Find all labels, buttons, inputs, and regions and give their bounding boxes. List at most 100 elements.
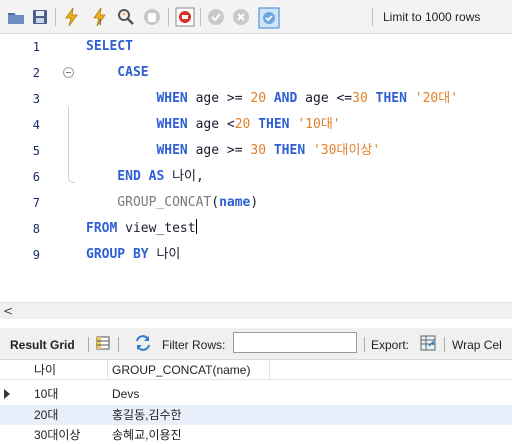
line-number: 1: [32, 40, 40, 54]
toolbar-divider: [444, 337, 445, 352]
svg-text:I: I: [99, 18, 101, 27]
code-text: GROUP BY 나이: [86, 242, 180, 268]
code-line[interactable]: 1 SELECT: [0, 34, 512, 60]
toolbar-divider: [88, 337, 89, 352]
code-token: age: [195, 91, 227, 106]
table-cell[interactable]: 10대: [30, 384, 108, 404]
code-text: WHEN age <20 THEN '10대': [86, 112, 341, 138]
export-icon[interactable]: [419, 334, 437, 355]
code-token: 나이,: [172, 169, 204, 184]
table-row[interactable]: 30대이상 송혜교,이용진: [0, 425, 512, 445]
save-icon[interactable]: [30, 7, 50, 27]
line-number: 4: [32, 118, 40, 132]
code-token: view_test: [125, 221, 196, 236]
autocommit-toggle-icon[interactable]: [258, 7, 280, 29]
scroll-left-icon[interactable]: <: [3, 303, 13, 320]
code-token: THEN: [266, 143, 313, 158]
line-number: 2: [32, 66, 40, 80]
code-line[interactable]: 5 WHEN age >= 30 THEN '30대이상': [0, 138, 512, 164]
code-token: '20대': [414, 91, 459, 106]
code-token: >=: [226, 91, 251, 106]
open-folder-icon[interactable]: [6, 7, 26, 27]
code-token: WHEN: [86, 117, 196, 132]
rollback-x-icon[interactable]: [231, 7, 251, 27]
table-cell[interactable]: 송혜교,이용진: [108, 425, 270, 445]
code-text: END AS 나이,: [86, 164, 204, 190]
code-token: ): [250, 195, 259, 210]
code-line[interactable]: 8 FROM view_test: [0, 216, 512, 242]
wrap-cell-label[interactable]: Wrap Cel: [452, 338, 502, 352]
code-token: GROUP BY: [86, 247, 157, 262]
explain-magnifier-icon[interactable]: [116, 7, 136, 27]
code-line[interactable]: 7 GROUP_CONCAT(name): [0, 190, 512, 216]
code-token: '10대': [297, 117, 341, 132]
commit-check-icon[interactable]: [206, 7, 226, 27]
line-number: 3: [32, 92, 40, 106]
code-line[interactable]: 4 WHEN age <20 THEN '10대': [0, 112, 512, 138]
table-cell[interactable]: Devs: [108, 384, 270, 404]
code-token: WHEN: [86, 91, 196, 106]
query-toolbar: I Limit to 1000 rows: [0, 0, 512, 34]
line-number: 5: [32, 144, 40, 158]
column-header[interactable]: 나이: [30, 360, 108, 380]
text-cursor: [195, 219, 197, 234]
toolbar-divider: [118, 337, 119, 352]
code-token: END AS: [86, 169, 173, 184]
code-text: WHEN age >= 30 THEN '30대이상': [86, 138, 380, 164]
code-token: <=: [336, 91, 353, 106]
toolbar-divider: [372, 8, 373, 26]
table-cell[interactable]: 20대: [30, 405, 108, 425]
code-token: 나이: [156, 247, 181, 262]
code-line[interactable]: 6 END AS 나이,: [0, 164, 512, 190]
sql-editor[interactable]: 1 SELECT 2 CASE 3 WHEN age >= 20 AND age <=…: [0, 34, 512, 296]
grid-header-row: 나이 GROUP_CONCAT(name): [0, 360, 512, 380]
current-row-arrow-icon: [4, 389, 10, 399]
toolbar-divider: [55, 8, 56, 26]
code-line[interactable]: 9 GROUP BY 나이: [0, 242, 512, 268]
code-token: WHEN: [86, 143, 196, 158]
code-line[interactable]: 2 CASE: [0, 60, 512, 86]
horizontal-scrollbar[interactable]: <: [0, 302, 512, 319]
code-token: (: [211, 195, 220, 210]
table-row[interactable]: 10대 Devs: [0, 384, 512, 404]
fold-toggle-icon[interactable]: [63, 67, 74, 78]
line-number: 8: [32, 222, 40, 236]
code-text: CASE: [86, 60, 149, 86]
code-token: 30: [250, 143, 267, 158]
line-number: 9: [32, 248, 40, 262]
result-grid-tab[interactable]: Result Grid: [10, 338, 75, 352]
code-text: WHEN age >= 20 AND age <=30 THEN '20대': [86, 86, 458, 112]
code-text: FROM view_test: [86, 216, 197, 242]
execute-lightning-icon[interactable]: [62, 7, 82, 27]
code-token: age: [195, 143, 227, 158]
code-token: <: [226, 117, 235, 132]
table-cell[interactable]: 30대이상: [30, 425, 108, 445]
line-number: 7: [32, 196, 40, 210]
grid-layout-icon[interactable]: [96, 336, 110, 353]
code-token: CASE: [86, 65, 149, 80]
code-token: THEN: [367, 91, 415, 106]
code-token: SELECT: [86, 39, 133, 54]
filter-rows-label: Filter Rows:: [162, 338, 226, 352]
table-cell[interactable]: 홍길동,김수한: [108, 405, 270, 425]
toolbar-divider: [200, 8, 201, 26]
toggle-error-icon[interactable]: [175, 7, 195, 27]
line-number: 6: [32, 170, 40, 184]
code-token: THEN: [250, 117, 298, 132]
export-label: Export:: [371, 338, 410, 352]
code-token: age: [195, 117, 227, 132]
code-token: GROUP_CONCAT: [86, 195, 212, 210]
stop-hand-icon[interactable]: [142, 7, 162, 27]
result-grid[interactable]: 나이 GROUP_CONCAT(name) 10대 Devs 20대 홍길동,김…: [0, 360, 512, 445]
limit-rows-select[interactable]: Limit to 1000 rows: [383, 10, 480, 24]
toolbar-divider: [168, 8, 169, 26]
code-token: 20: [250, 91, 267, 106]
code-line[interactable]: 3 WHEN age >= 20 AND age <=30 THEN '20대': [0, 86, 512, 112]
code-token: AND: [266, 91, 306, 106]
table-row[interactable]: 20대 홍길동,김수한: [0, 405, 512, 425]
refresh-arrows-icon[interactable]: [134, 335, 152, 354]
execute-current-icon[interactable]: I: [90, 7, 110, 27]
code-text: GROUP_CONCAT(name): [86, 190, 258, 216]
filter-rows-input[interactable]: [233, 332, 357, 353]
column-header[interactable]: GROUP_CONCAT(name): [108, 360, 270, 380]
